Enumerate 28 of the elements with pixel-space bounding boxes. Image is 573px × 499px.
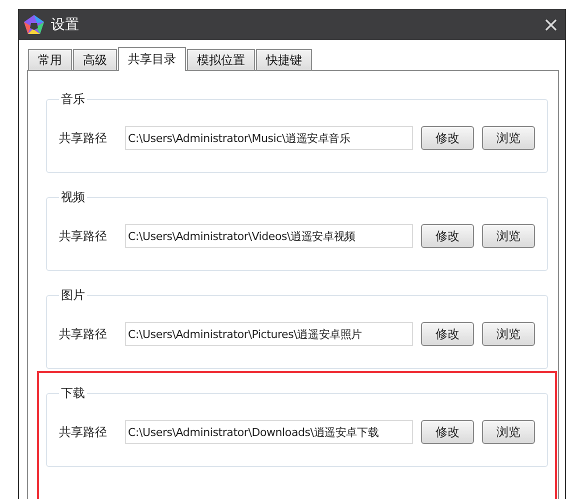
path-label: 共享路径 bbox=[59, 228, 108, 244]
tab[interactable]: 共享目录 bbox=[118, 47, 186, 71]
group-title: 视频 bbox=[60, 189, 86, 206]
group-title: 音乐 bbox=[60, 91, 86, 108]
path-label: 共享路径 bbox=[59, 326, 108, 342]
group-title: 下载 bbox=[60, 385, 86, 402]
path-field[interactable]: C:\Users\Administrator\Videos\逍遥安卓视频 bbox=[125, 224, 413, 248]
path-label: 共享路径 bbox=[59, 424, 108, 440]
app-logo-icon bbox=[23, 14, 45, 36]
modify-button[interactable]: 修改 bbox=[421, 224, 474, 248]
window-title: 设置 bbox=[51, 16, 80, 34]
tab[interactable]: 快捷键 bbox=[256, 49, 312, 70]
path-label: 共享路径 bbox=[59, 130, 108, 146]
browse-button[interactable]: 浏览 bbox=[482, 322, 535, 346]
path-field[interactable]: C:\Users\Administrator\Music\逍遥安卓音乐 bbox=[125, 126, 413, 150]
modify-button[interactable]: 修改 bbox=[421, 420, 474, 444]
modify-button[interactable]: 修改 bbox=[421, 126, 474, 150]
browse-button[interactable]: 浏览 bbox=[482, 126, 535, 150]
tab[interactable]: 常用 bbox=[28, 49, 72, 70]
path-field[interactable]: C:\Users\Administrator\Downloads\逍遥安卓下载 bbox=[125, 420, 413, 444]
tab[interactable]: 高级 bbox=[73, 49, 117, 70]
modify-button[interactable]: 修改 bbox=[421, 322, 474, 346]
tab[interactable]: 模拟位置 bbox=[187, 49, 255, 70]
group-title: 图片 bbox=[60, 287, 86, 304]
browse-button[interactable]: 浏览 bbox=[482, 224, 535, 248]
close-button[interactable] bbox=[545, 18, 557, 30]
path-field[interactable]: C:\Users\Administrator\Pictures\逍遥安卓照片 bbox=[125, 322, 413, 346]
browse-button[interactable]: 浏览 bbox=[482, 420, 535, 444]
